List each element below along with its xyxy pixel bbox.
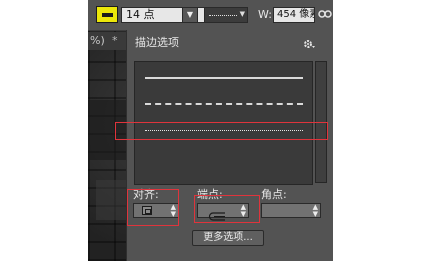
stroke-presets-list <box>134 61 313 185</box>
link-icon[interactable] <box>318 8 332 20</box>
width-label: W: <box>258 8 272 21</box>
preset-dotted[interactable] <box>141 119 307 141</box>
stroke-size-field[interactable]: 14 点 <box>121 7 215 23</box>
stroke-size-dropdown[interactable]: ▼ <box>182 7 198 23</box>
options-bar: 14 点 ▼ ▼ W: 454 像素 <box>88 0 333 31</box>
width-field[interactable]: 454 像素 <box>273 7 315 23</box>
corner-select[interactable]: ▲ ▼ <box>261 203 321 218</box>
stepper-arrows-icon: ▲ ▼ <box>240 203 246 218</box>
panel-title: 描边选项 <box>135 36 179 49</box>
stroke-type-dropdown[interactable]: ▼ <box>204 7 248 23</box>
preset-line <box>145 130 303 131</box>
presets-scrollbar[interactable] <box>315 61 327 183</box>
canvas-texture <box>96 180 126 220</box>
preset-line <box>145 103 303 105</box>
preset-solid[interactable] <box>141 66 307 88</box>
round-cap-icon <box>207 206 227 221</box>
align-select[interactable]: ▲ ▼ <box>133 203 179 218</box>
document-tab-modified[interactable]: * <box>112 32 118 50</box>
preset-dashed[interactable] <box>141 92 307 114</box>
stepper-arrows-icon: ▲ ▼ <box>312 203 318 218</box>
corner-label: 角点: <box>261 188 287 201</box>
cap-select[interactable]: ▲ ▼ <box>197 203 249 221</box>
more-options-button[interactable]: 更多选项... <box>192 230 264 246</box>
stroke-type-preview <box>209 15 237 16</box>
photoshop-window: %) * 14 点 ▼ ▼ W: 454 像素 描边选项 对齐: 端点: 角点: <box>88 0 333 261</box>
gear-icon[interactable] <box>303 36 316 49</box>
stroke-swatch-bar <box>102 13 113 17</box>
stroke-color-swatch[interactable] <box>96 6 118 23</box>
align-inside-icon <box>142 206 152 215</box>
chevron-down-icon: ▼ <box>239 10 245 18</box>
stroke-options-panel: 描边选项 对齐: 端点: 角点: ▲ ▼ ▲ ▼ ▲ ▼ 更多选项... <box>126 30 333 261</box>
canvas-texture <box>88 100 128 160</box>
align-label: 对齐: <box>133 188 159 201</box>
cap-label: 端点: <box>197 188 223 201</box>
preset-line <box>145 77 303 79</box>
stepper-arrows-icon: ▲ ▼ <box>170 203 176 218</box>
document-tab-label: %) <box>90 34 105 47</box>
